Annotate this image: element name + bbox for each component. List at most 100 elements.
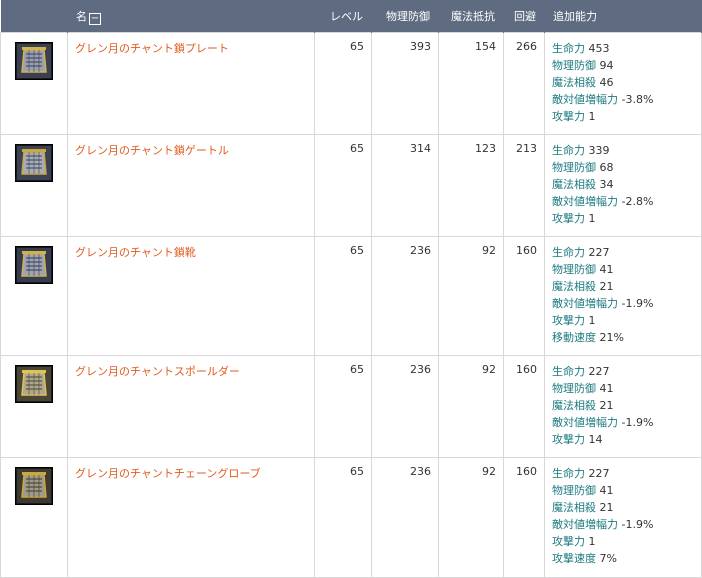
table-row: グレン月のチャント鎖靴 65 236 92 160 生命力 227 物理防御 41 魔法相殺 … — [0, 236, 702, 356]
item-name-cell: グレン月のチャント鎖ゲートル — [67, 134, 315, 237]
bonus-line: 生命力 227 — [552, 363, 694, 380]
table-header: 名 − レベル 物理防御 魔法抵抗 回避 追加能力 — [0, 0, 702, 33]
bonus-stat-value: 1 — [588, 212, 596, 225]
bonus-column-header: 追加能力 — [544, 0, 702, 33]
bonus-stat-value: 453 — [588, 42, 610, 55]
bonus-line: 物理防御 94 — [552, 57, 694, 74]
bonus-stat-name: 物理防御 — [552, 59, 596, 72]
bonus-stat-value: 14 — [588, 433, 603, 446]
chain-boots-icon[interactable] — [15, 246, 53, 284]
bonus-line: 生命力 227 — [552, 244, 694, 261]
bonus-line: 物理防御 68 — [552, 159, 694, 176]
bonus-stat-value: 41 — [599, 263, 614, 276]
bonus-line: 敵対値増幅力 -1.9% — [552, 414, 694, 431]
item-name-link[interactable]: グレン月のチャント鎖ゲートル — [75, 144, 229, 157]
bonus-line: 攻撃力 1 — [552, 533, 694, 550]
bonus-stat-name: 生命力 — [552, 42, 585, 55]
bonus-stat-value: 339 — [588, 144, 610, 157]
bonus-stat-name: 物理防御 — [552, 484, 596, 497]
phys-def-cell: 236 — [371, 457, 439, 578]
item-name-cell: グレン月のチャント鎖靴 — [67, 236, 315, 356]
phys-def-cell: 236 — [371, 236, 439, 356]
bonus-stat-value: 41 — [599, 382, 614, 395]
evasion-cell: 160 — [503, 355, 545, 458]
item-name-cell: グレン月のチャントチェーングローブ — [67, 457, 315, 578]
bonus-line: 魔法相殺 21 — [552, 397, 694, 414]
mag-res-cell: 92 — [438, 457, 504, 578]
bonus-stat-name: 攻撃力 — [552, 110, 585, 123]
bonus-cell: 生命力 227 物理防御 41 魔法相殺 21 敵対値増幅力 -1.9% 攻撃力 1 攻撃… — [544, 457, 702, 578]
bonus-line: 敵対値増幅力 -1.9% — [552, 295, 694, 312]
armor-table: 名 − レベル 物理防御 魔法抵抗 回避 追加能力 グレン月のチャント鎖プレート 6… — [0, 0, 702, 578]
bonus-stat-name: 生命力 — [552, 365, 585, 378]
bonus-stat-value: 227 — [588, 467, 610, 480]
phys-def-cell: 236 — [371, 355, 439, 458]
chain-shoulder-icon[interactable] — [15, 365, 53, 403]
chain-greaves-icon[interactable] — [15, 144, 53, 182]
bonus-stat-value: 21% — [599, 331, 624, 344]
mag-res-cell: 154 — [438, 32, 504, 135]
item-name-cell: グレン月のチャントスポールダー — [67, 355, 315, 458]
chain-plate-armor-icon[interactable] — [15, 42, 53, 80]
item-name-link[interactable]: グレン月のチャントチェーングローブ — [75, 467, 261, 480]
bonus-stat-value: -2.8% — [621, 195, 654, 208]
bonus-line: 攻撃力 1 — [552, 108, 694, 125]
bonus-stat-value: 227 — [588, 246, 610, 259]
bonus-stat-name: 攻撃力 — [552, 535, 585, 548]
bonus-cell: 生命力 339 物理防御 68 魔法相殺 34 敵対値増幅力 -2.8% 攻撃力 1 — [544, 134, 702, 237]
item-name-link[interactable]: グレン月のチャント鎖靴 — [75, 246, 196, 259]
bonus-cell: 生命力 453 物理防御 94 魔法相殺 46 敵対値増幅力 -3.8% 攻撃力 1 — [544, 32, 702, 135]
evasion-cell: 160 — [503, 457, 545, 578]
item-name-link[interactable]: グレン月のチャントスポールダー — [75, 365, 240, 378]
bonus-stat-value: 21 — [599, 399, 614, 412]
bonus-line: 魔法相殺 34 — [552, 176, 694, 193]
bonus-stat-value: 227 — [588, 365, 610, 378]
phys-def-cell: 314 — [371, 134, 439, 237]
level-cell: 65 — [314, 457, 372, 578]
level-column-header[interactable]: レベル — [314, 0, 372, 33]
level-cell: 65 — [314, 355, 372, 458]
mag-res-cell: 92 — [438, 355, 504, 458]
level-cell: 65 — [314, 32, 372, 135]
collapse-button[interactable]: − — [89, 12, 101, 25]
level-cell: 65 — [314, 236, 372, 356]
bonus-line: 生命力 227 — [552, 465, 694, 482]
bonus-line: 魔法相殺 21 — [552, 278, 694, 295]
bonus-stat-name: 魔法相殺 — [552, 178, 596, 191]
bonus-stat-value: 41 — [599, 484, 614, 497]
bonus-stat-value: -3.8% — [621, 93, 654, 106]
bonus-line: 移動速度 21% — [552, 329, 694, 346]
item-name-link[interactable]: グレン月のチャント鎖プレート — [75, 42, 229, 55]
item-icon-cell — [0, 355, 68, 458]
bonus-stat-name: 移動速度 — [552, 331, 596, 344]
bonus-stat-name: 魔法相殺 — [552, 399, 596, 412]
name-column-header[interactable]: 名 − — [67, 0, 315, 33]
item-icon-cell — [0, 32, 68, 135]
bonus-stat-value: 34 — [599, 178, 614, 191]
evasion-column-header[interactable]: 回避 — [503, 0, 545, 33]
chain-gloves-icon[interactable] — [15, 467, 53, 505]
bonus-stat-name: 物理防御 — [552, 161, 596, 174]
bonus-line: 生命力 339 — [552, 142, 694, 159]
bonus-stat-value: 1 — [588, 314, 596, 327]
bonus-stat-value: -1.9% — [621, 297, 654, 310]
bonus-stat-name: 魔法相殺 — [552, 501, 596, 514]
item-icon-cell — [0, 457, 68, 578]
bonus-stat-name: 攻撃力 — [552, 314, 585, 327]
mag-res-column-header[interactable]: 魔法抵抗 — [438, 0, 504, 33]
table-row: グレン月のチャント鎖プレート 65 393 154 266 生命力 453 物理防御 94 魔… — [0, 32, 702, 135]
item-icon-cell — [0, 236, 68, 356]
bonus-stat-value: 94 — [599, 59, 614, 72]
evasion-cell: 213 — [503, 134, 545, 237]
name-header-label: 名 — [76, 9, 87, 23]
bonus-line: 敵対値増幅力 -3.8% — [552, 91, 694, 108]
phys-def-cell: 393 — [371, 32, 439, 135]
bonus-line: 物理防御 41 — [552, 380, 694, 397]
bonus-stat-value: 68 — [599, 161, 614, 174]
phys-def-column-header[interactable]: 物理防御 — [371, 0, 439, 33]
bonus-line: 魔法相殺 21 — [552, 499, 694, 516]
mag-res-cell: 123 — [438, 134, 504, 237]
bonus-stat-value: 7% — [599, 552, 617, 565]
level-cell: 65 — [314, 134, 372, 237]
bonus-stat-value: 21 — [599, 501, 614, 514]
